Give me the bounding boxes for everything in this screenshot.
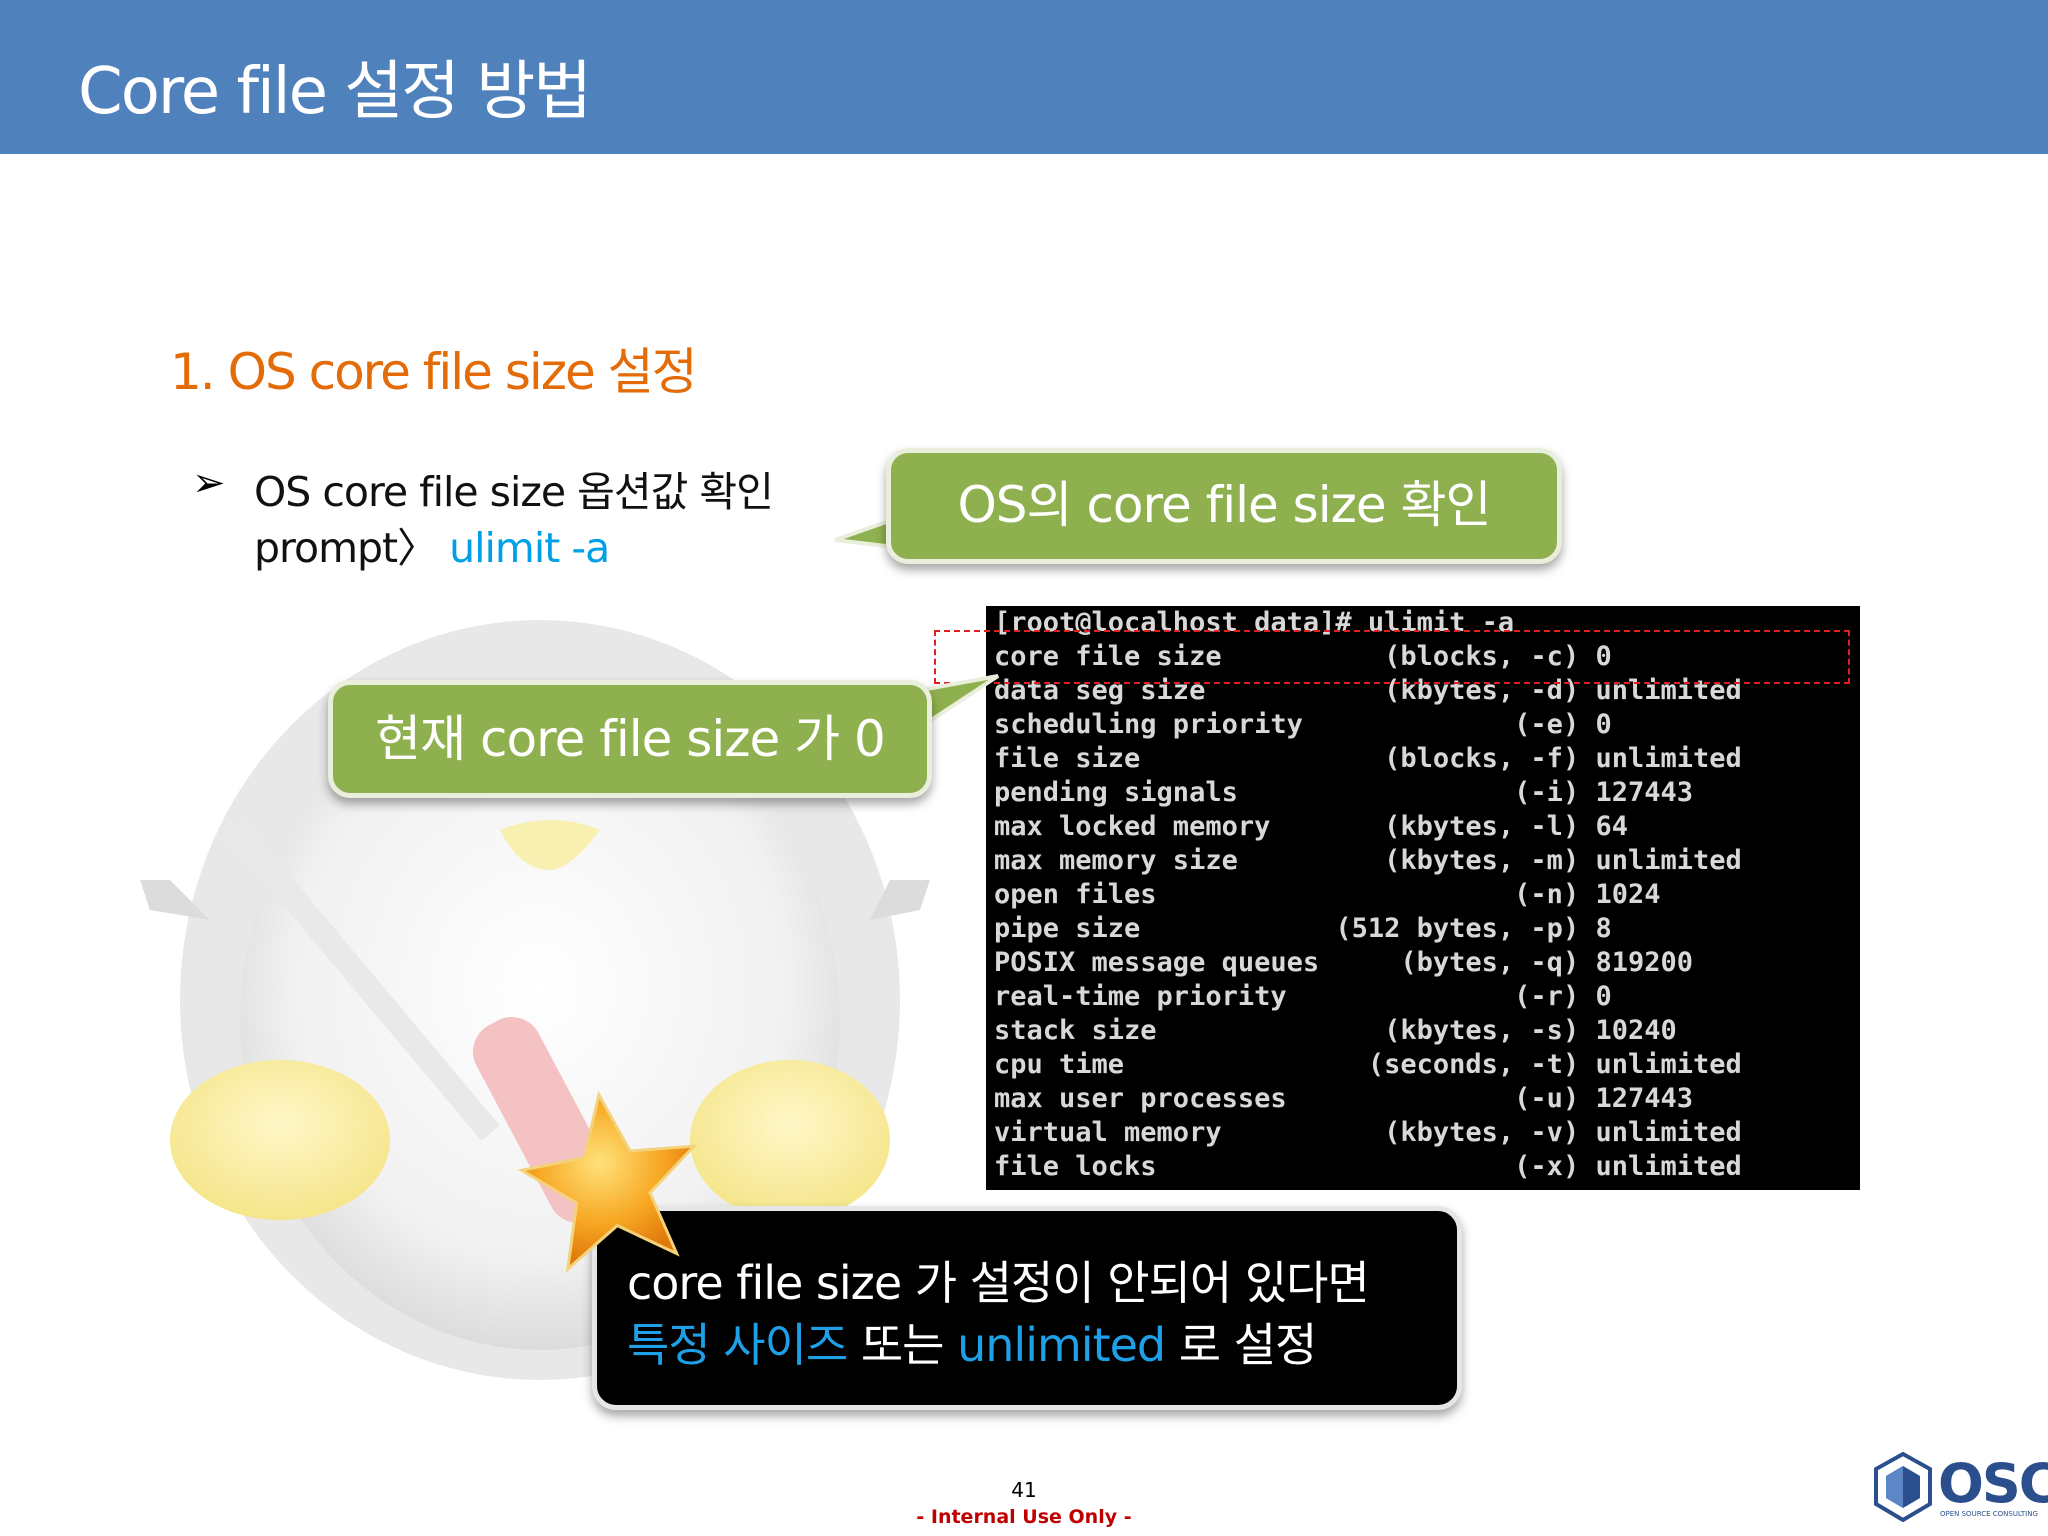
page-number: 41 bbox=[1011, 1478, 1037, 1502]
terminal-line: pipe size (512 bytes, -p) 8 bbox=[994, 913, 1612, 944]
terminal-line: POSIX message queues (bytes, -q) 819200 bbox=[994, 947, 1693, 978]
command-text: ulimit -a bbox=[449, 524, 610, 572]
bullet-arrow-icon: ➢ bbox=[192, 460, 226, 506]
terminal-line: max user processes (-u) 127443 bbox=[994, 1083, 1693, 1114]
terminal-line: open files (-n) 1024 bbox=[994, 879, 1661, 910]
slide-title: Core file 설정 방법 bbox=[78, 55, 592, 129]
slide-header: Core file 설정 방법 bbox=[0, 0, 2048, 154]
terminal-line: max locked memory (kbytes, -l) 64 bbox=[994, 811, 1628, 842]
bullet-command-line: prompt〉 ulimit -a bbox=[254, 514, 610, 574]
logo-subtext: OPEN SOURCE CONSULTING bbox=[1940, 1510, 2038, 1518]
logo-text: OSC bbox=[1938, 1452, 2048, 1515]
terminal-output: [root@localhost data]# ulimit -a core fi… bbox=[986, 606, 1860, 1190]
advice-or: 또는 bbox=[847, 1318, 958, 1372]
terminal-line: pending signals (-i) 127443 bbox=[994, 777, 1693, 808]
prompt-text: prompt〉 bbox=[254, 524, 438, 572]
terminal-line: stack size (kbytes, -s) 10240 bbox=[994, 1015, 1677, 1046]
terminal-line: scheduling priority (-e) 0 bbox=[994, 709, 1612, 740]
terminal-line: file locks (-x) unlimited bbox=[994, 1151, 1742, 1182]
advice-unlimited: unlimited bbox=[957, 1318, 1166, 1372]
terminal-line: real-time priority (-r) 0 bbox=[994, 981, 1612, 1012]
advice-specific-size: 특정 사이즈 bbox=[627, 1318, 848, 1372]
star-icon bbox=[517, 1090, 698, 1273]
advice-line1: core file size 가 설정이 안되어 있다면 bbox=[627, 1256, 1370, 1310]
osc-cube-icon bbox=[1874, 1452, 1932, 1522]
callout-setting-advice: core file size 가 설정이 안되어 있다면 특정 사이즈 또는 u… bbox=[592, 1206, 1462, 1410]
internal-use-note: - Internal Use Only - bbox=[916, 1506, 1132, 1528]
terminal-line: file size (blocks, -f) unlimited bbox=[994, 743, 1742, 774]
callout-current-core-size: 현재 core file size 가 0 bbox=[328, 680, 932, 798]
callout-os-core-size: OS의 core file size 확인 bbox=[886, 448, 1562, 564]
terminal-line: cpu time (seconds, -t) unlimited bbox=[994, 1049, 1742, 1080]
advice-end: 로 설정 bbox=[1165, 1318, 1318, 1372]
bullet-text: OS core file size 옵션값 확인 bbox=[254, 468, 774, 516]
terminal-line: virtual memory (kbytes, -v) unlimited bbox=[994, 1117, 1742, 1148]
advice-line2: 특정 사이즈 또는 unlimited 로 설정 bbox=[627, 1309, 1318, 1375]
terminal-line: max memory size (kbytes, -m) unlimited bbox=[994, 845, 1742, 876]
section-title: 1. OS core file size 설정 bbox=[170, 343, 698, 401]
core-size-highlight bbox=[934, 630, 1850, 684]
osc-logo: OSC OPEN SOURCE CONSULTING bbox=[1872, 1448, 2048, 1528]
